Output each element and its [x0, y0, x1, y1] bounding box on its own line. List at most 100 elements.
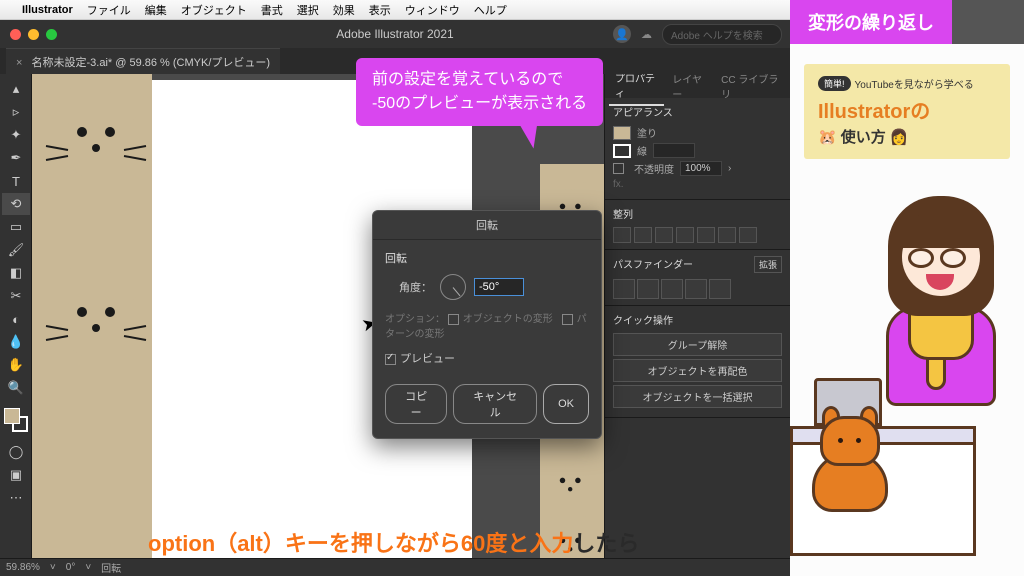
zoom-value[interactable]: 59.86% [6, 562, 40, 573]
angle-label: 角度： [399, 279, 432, 295]
menu-edit[interactable]: 編集 [145, 2, 167, 18]
status-tool: 回転 [101, 560, 121, 575]
draw-mode-icon[interactable]: ◯ [2, 441, 30, 463]
angle-input[interactable] [474, 278, 524, 296]
hand-tool[interactable]: ✋ [2, 354, 30, 376]
pf-intersect-icon[interactable] [661, 279, 683, 299]
close-tab-icon[interactable]: × [16, 57, 22, 69]
align-heading: 整列 [613, 206, 782, 221]
recolor-button[interactable]: オブジェクトを再配色 [613, 359, 782, 382]
opacity-checkbox[interactable] [613, 163, 624, 174]
screen-mode-icon[interactable]: ▣ [2, 464, 30, 486]
ungroup-button[interactable]: グループ解除 [613, 333, 782, 356]
opacity-chevron-icon[interactable]: › [728, 163, 731, 174]
selection-tool[interactable]: ▴ [2, 78, 30, 100]
stroke-swatch-small[interactable] [613, 144, 631, 158]
pf-unite-icon[interactable] [613, 279, 635, 299]
help-search-input[interactable]: Adobe ヘルプを検索 [662, 24, 782, 45]
align-right-icon[interactable] [655, 227, 673, 243]
minimize-window-button[interactable] [28, 29, 39, 40]
artwork-mice-left [32, 74, 152, 558]
zoom-chevron-icon[interactable]: ˅ [50, 562, 56, 573]
dialog-section-label: 回転 [385, 250, 589, 266]
fill-label: 塗り [637, 125, 657, 140]
fill-swatch[interactable] [4, 408, 20, 424]
type-tool[interactable]: T [2, 170, 30, 192]
cloud-icon[interactable]: ☁ [641, 28, 652, 41]
magic-wand-tool[interactable]: ✦ [2, 124, 30, 146]
fx-label[interactable]: fx. [613, 179, 624, 190]
menu-file[interactable]: ファイル [87, 2, 131, 18]
opt-transform-checkbox[interactable] [448, 314, 459, 325]
menu-window[interactable]: ウィンドウ [405, 2, 460, 18]
pathfinder-heading: パスファインダー [613, 256, 693, 273]
teacher-mascot-icon: 👩 [890, 128, 909, 146]
subtitle: option（alt）キーを押しながら60度と入力したら [148, 526, 639, 558]
preview-label: プレビュー [400, 353, 455, 365]
select-all-button[interactable]: オブジェクトを一括選択 [613, 385, 782, 408]
align-top-icon[interactable] [676, 227, 694, 243]
character-illustration [790, 196, 1018, 556]
subtitle-dark: したら [573, 531, 639, 556]
rotate-dialog: 回転 回転 角度： オプション： オブジェクトの変形 パターンの変形 プレビュー… [372, 210, 602, 439]
pen-tool[interactable]: ✒ [2, 147, 30, 169]
rotate-value[interactable]: 0° [66, 562, 76, 573]
direct-selection-tool[interactable]: ▹ [2, 101, 30, 123]
align-left-icon[interactable] [613, 227, 631, 243]
window-title: Adobe Illustrator 2021 [336, 27, 453, 41]
menu-effect[interactable]: 効果 [333, 2, 355, 18]
opt-pattern-checkbox[interactable] [562, 314, 573, 325]
rotate-tool[interactable]: ⟲ [2, 193, 30, 215]
annotation-line2: -50のプレビューが表示される [372, 92, 587, 116]
angle-dial[interactable] [440, 274, 466, 300]
paintbrush-tool[interactable]: 🖌 [2, 239, 30, 261]
panels: プロパティ レイヤー CC ライブラリ アピアランス 塗り 線 不透明度100%… [604, 74, 790, 558]
stroke-weight-input[interactable] [653, 143, 695, 158]
pathfinder-expand-button[interactable]: 拡張 [754, 256, 782, 273]
zoom-tool[interactable]: 🔍 [2, 377, 30, 399]
maximize-window-button[interactable] [46, 29, 57, 40]
align-hcenter-icon[interactable] [634, 227, 652, 243]
pf-divide-icon[interactable] [709, 279, 731, 299]
pf-minus-icon[interactable] [637, 279, 659, 299]
user-icon[interactable]: 👤 [613, 25, 631, 43]
copy-button[interactable]: コピー [385, 384, 447, 424]
fill-stroke-swatch[interactable] [4, 408, 28, 432]
tutorial-sub: 使い方 [841, 126, 886, 147]
preview-checkbox[interactable] [385, 354, 396, 365]
menu-help[interactable]: ヘルプ [474, 2, 507, 18]
menu-view[interactable]: 表示 [369, 2, 391, 18]
align-panel: 整列 [605, 200, 790, 250]
opacity-input[interactable]: 100% [680, 161, 722, 176]
options-label: オプション： [385, 314, 445, 325]
align-vcenter-icon[interactable] [697, 227, 715, 243]
menu-object[interactable]: オブジェクト [181, 2, 247, 18]
document-tab-label: 名称未設定-3.ai* @ 59.86 % (CMYK/プレビュー) [32, 57, 271, 69]
eyedropper-tool[interactable]: 💧 [2, 331, 30, 353]
menu-app[interactable]: Illustrator [22, 4, 73, 16]
eraser-tool[interactable]: ◧ [2, 262, 30, 284]
fill-swatch-small[interactable] [613, 126, 631, 140]
close-window-button[interactable] [10, 29, 21, 40]
edit-toolbar-icon[interactable]: ⋯ [2, 487, 30, 509]
woman-character [868, 196, 1008, 476]
menu-type[interactable]: 書式 [261, 2, 283, 18]
align-bottom-icon[interactable] [718, 227, 736, 243]
quick-heading: クイック操作 [613, 312, 782, 327]
scissors-tool[interactable]: ✂ [2, 285, 30, 307]
tutorial-top-text: YouTubeを見ながら学べる [855, 76, 974, 91]
align-more-icon[interactable] [739, 227, 757, 243]
cancel-button[interactable]: キャンセル [453, 384, 537, 424]
ok-button[interactable]: OK [543, 384, 589, 424]
pf-exclude-icon[interactable] [685, 279, 707, 299]
tutorial-badge: 簡単! [818, 76, 851, 91]
mouse-mascot-icon: 🐹 [818, 128, 837, 146]
gradient-tool[interactable]: ◐ [2, 308, 30, 330]
document-tab[interactable]: × 名称未設定-3.ai* @ 59.86 % (CMYK/プレビュー) [6, 48, 280, 75]
menu-select[interactable]: 選択 [297, 2, 319, 18]
traffic-lights [0, 29, 57, 40]
dialog-title: 回転 [373, 211, 601, 240]
rotate-chevron-icon[interactable]: ˅ [85, 562, 91, 573]
annotation-bubble: 前の設定を覚えているので -50のプレビューが表示される [356, 58, 603, 126]
rectangle-tool[interactable]: ▭ [2, 216, 30, 238]
